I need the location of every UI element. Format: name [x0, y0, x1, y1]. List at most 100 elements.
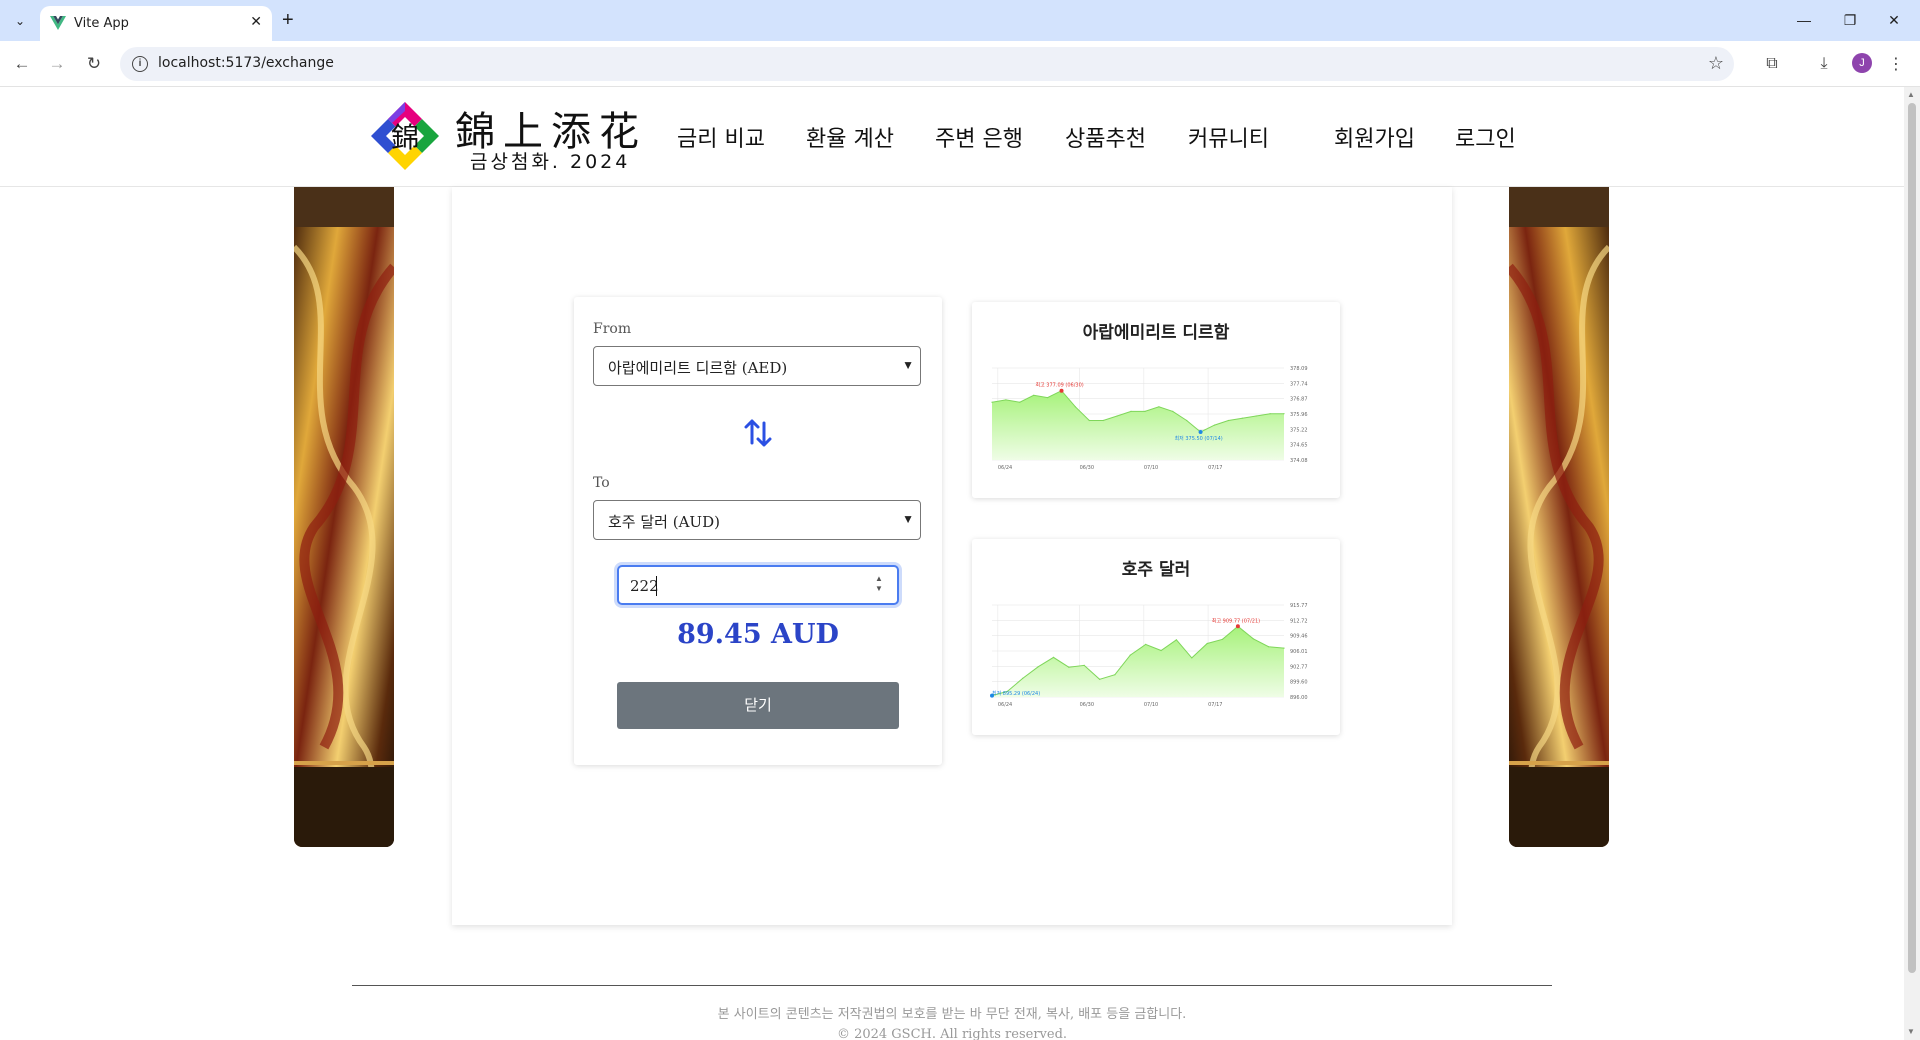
- page-scrollbar[interactable]: ▲ ▼: [1904, 87, 1920, 1040]
- data-point: [1099, 678, 1101, 680]
- data-point: [1283, 647, 1285, 649]
- to-currency-chart-card: 호주 달러 915.77 912.72 909.46 906.01 902.77 899.…: [972, 539, 1340, 735]
- nav-community[interactable]: 커뮤니티: [1188, 121, 1269, 153]
- nav-signup[interactable]: 회원가입: [1334, 121, 1415, 153]
- restore-icon[interactable]: ❐: [1828, 8, 1872, 32]
- browser-toolbar: ← → ↻ i localhost:5173/exchange ☆ ⧉ ⤓ J …: [0, 41, 1920, 87]
- x-tick-label: 07/10: [1144, 465, 1158, 471]
- x-tick-label: 06/24: [998, 465, 1012, 471]
- menu-kebab-icon[interactable]: ⋮: [1884, 52, 1908, 76]
- from-label: From: [593, 321, 632, 337]
- tab-close-icon[interactable]: ✕: [250, 13, 262, 30]
- to-chart-title: 호주 달러: [1121, 560, 1191, 580]
- max-marker: [1059, 388, 1064, 393]
- data-point: [1252, 638, 1254, 640]
- logo-character: 錦: [391, 121, 419, 154]
- vue-logo-icon: [50, 16, 66, 30]
- site-header: 錦 錦上添花 금상첨화. 2024 금리 비교 환율 계산 주변 은행 상품추천…: [0, 87, 1904, 187]
- y-tick-label: 374.08: [1290, 458, 1308, 464]
- from-currency-chart: 378.09 377.74 376.87 375.96 375.22 374.65 374.…: [991, 366, 1308, 471]
- brand-logo[interactable]: 錦: [370, 101, 440, 171]
- scroll-up-icon[interactable]: ▲: [1907, 90, 1915, 99]
- x-tick-label: 07/17: [1208, 702, 1222, 708]
- y-tick-label: 374.65: [1290, 443, 1308, 449]
- right-decorative-banner: [1509, 187, 1609, 847]
- data-point: [1037, 666, 1039, 668]
- data-point: [1160, 649, 1162, 652]
- y-tick-label: 915.77: [1290, 603, 1308, 609]
- data-point: [1116, 415, 1118, 417]
- amount-input[interactable]: 222 ▲ ▼: [617, 565, 899, 605]
- to-label: To: [593, 475, 610, 491]
- x-tick-label: 06/30: [1080, 702, 1094, 708]
- y-tick-label: 896.00: [1290, 695, 1308, 701]
- nav-product-recommend[interactable]: 상품추천: [1065, 121, 1146, 153]
- window-close-icon[interactable]: ✕: [1872, 8, 1916, 32]
- data-point: [1033, 394, 1035, 396]
- y-tick-label: 899.60: [1290, 680, 1308, 686]
- data-point: [1227, 419, 1229, 422]
- data-point: [1269, 413, 1271, 415]
- reload-icon[interactable]: ↻: [82, 52, 106, 76]
- data-point: [1005, 399, 1007, 401]
- data-point: [1083, 664, 1085, 666]
- y-tick-label: 909.46: [1290, 634, 1308, 640]
- profile-avatar[interactable]: J: [1852, 53, 1872, 73]
- x-tick-label: 07/10: [1144, 702, 1158, 708]
- data-point: [1068, 666, 1070, 668]
- from-currency-value: 아랍에미리트 디르함 (AED): [608, 359, 788, 377]
- data-point: [1074, 406, 1076, 408]
- from-currency-select[interactable]: 아랍에미리트 디르함 (AED) ▼: [593, 346, 921, 386]
- conversion-result: 89.45 AUD: [677, 619, 839, 650]
- new-tab-icon[interactable]: +: [282, 9, 294, 31]
- text-cursor: [656, 576, 657, 596]
- number-spinner[interactable]: ▲ ▼: [873, 574, 885, 596]
- back-icon[interactable]: ←: [10, 52, 34, 76]
- area-fill: [992, 626, 1284, 697]
- data-point: [1221, 638, 1224, 640]
- address-bar[interactable]: i localhost:5173/exchange ☆: [120, 47, 1734, 81]
- y-tick-label: 912.72: [1290, 618, 1308, 624]
- download-icon[interactable]: ⤓: [1812, 52, 1836, 76]
- min-annotation: 최저 895.29 (06/24): [992, 690, 1040, 697]
- scroll-thumb[interactable]: [1908, 103, 1916, 973]
- url-text[interactable]: localhost:5173/exchange: [158, 55, 334, 71]
- y-tick-label: 375.96: [1290, 412, 1308, 418]
- page-viewport: 錦 錦上添花 금상첨화. 2024 금리 비교 환율 계산 주변 은행 상품추천…: [0, 87, 1904, 1040]
- minimize-icon[interactable]: —: [1782, 8, 1826, 32]
- nav-nearby-banks[interactable]: 주변 은행: [935, 121, 1023, 153]
- forward-icon[interactable]: →: [45, 52, 69, 76]
- data-point: [1175, 639, 1177, 641]
- x-tick-label: 07/17: [1208, 465, 1222, 471]
- y-tick-label: 902.77: [1290, 664, 1308, 670]
- area-fill: [992, 390, 1284, 460]
- data-point: [1172, 410, 1174, 412]
- min-annotation: 최저 375.50 (07/14): [1175, 435, 1223, 442]
- to-currency-select[interactable]: 호주 달러 (AUD) ▼: [593, 500, 921, 540]
- data-point: [1022, 677, 1024, 679]
- extensions-icon[interactable]: ⧉: [1760, 52, 1784, 76]
- browser-tab[interactable]: Vite App ✕: [40, 6, 272, 41]
- footer-divider: [352, 985, 1552, 986]
- data-point: [1144, 410, 1146, 412]
- nav-exchange-calc[interactable]: 환율 계산: [806, 121, 894, 153]
- x-tick-label: 06/24: [998, 702, 1012, 708]
- tab-title: Vite App: [74, 16, 129, 31]
- data-point: [1158, 406, 1160, 408]
- swap-arrows-icon[interactable]: [738, 413, 778, 453]
- scroll-down-icon[interactable]: ▼: [1907, 1027, 1915, 1036]
- y-tick-label: 376.87: [1290, 397, 1308, 403]
- data-point: [1191, 657, 1193, 659]
- browser-tab-bar: ⌄ Vite App ✕ + — ❐ ✕: [0, 0, 1920, 41]
- tab-search-chevron-icon[interactable]: ⌄: [6, 9, 34, 33]
- max-annotation: 최고 377.09 (06/30): [1036, 382, 1084, 389]
- nav-rate-compare[interactable]: 금리 비교: [677, 121, 765, 153]
- max-marker: [1235, 624, 1240, 629]
- data-point: [1052, 656, 1055, 658]
- bookmark-star-icon[interactable]: ☆: [1708, 53, 1724, 74]
- site-info-icon[interactable]: i: [132, 56, 148, 72]
- data-point: [1129, 654, 1131, 656]
- data-point: [991, 401, 993, 403]
- nav-login[interactable]: 로그인: [1455, 121, 1516, 153]
- close-button[interactable]: 닫기: [617, 682, 899, 729]
